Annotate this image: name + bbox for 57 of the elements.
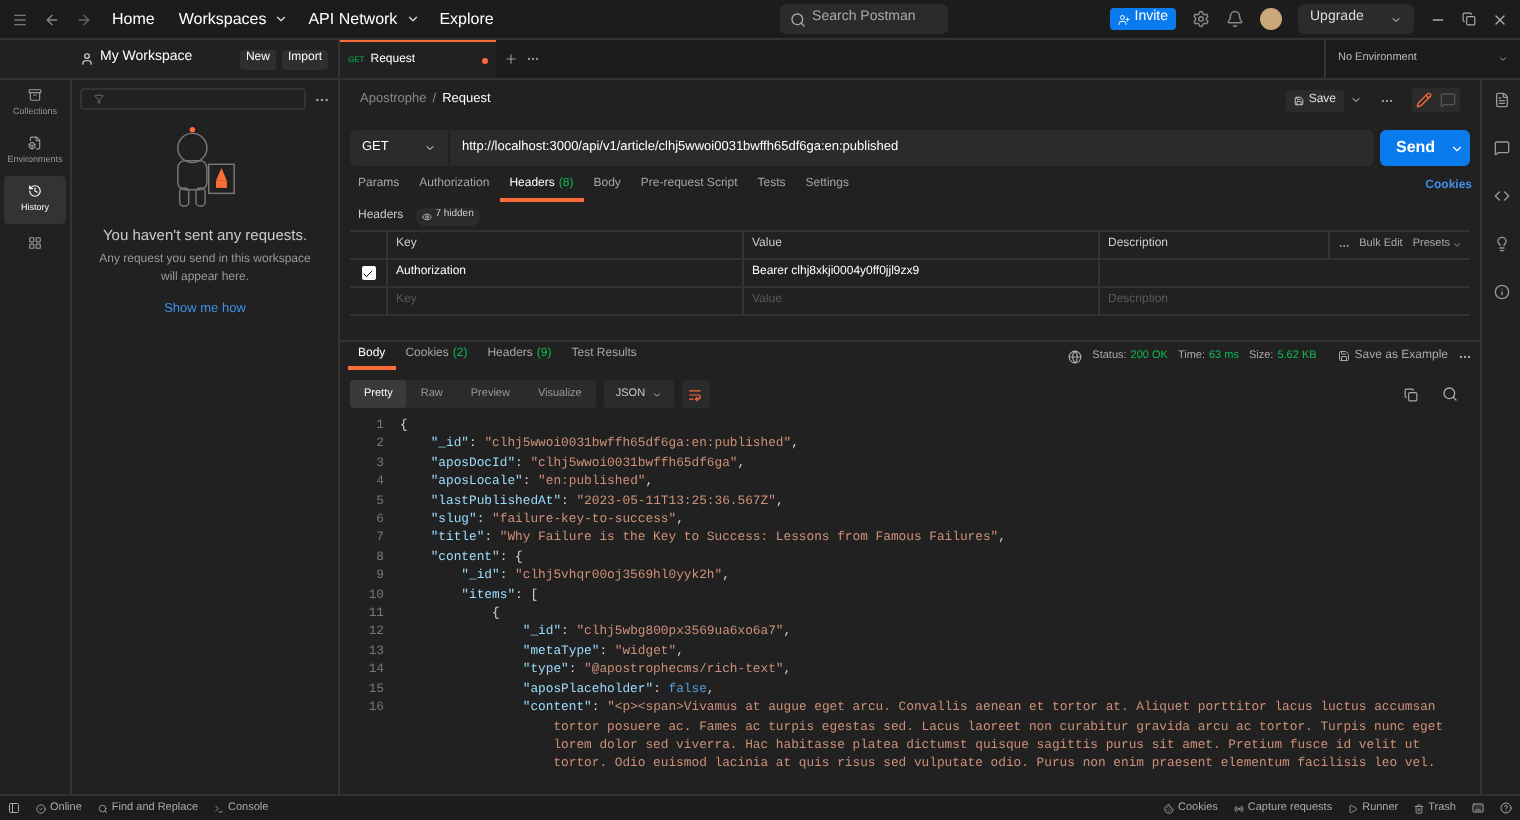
check-icon	[362, 267, 374, 279]
cookie-icon	[1164, 803, 1175, 813]
nav-link[interactable]: Workspaces	[174, 7, 271, 31]
sidebar-toggle-icon[interactable]	[8, 802, 20, 814]
info-icon[interactable]	[1493, 284, 1509, 300]
floppy-icon	[1338, 350, 1351, 362]
send-button[interactable]: Send	[1380, 130, 1470, 166]
trash-icon	[1414, 803, 1425, 813]
menu-icon[interactable]	[12, 11, 28, 27]
more-icon[interactable]	[526, 52, 540, 66]
code-icon[interactable]	[1493, 188, 1509, 204]
search-icon	[97, 803, 108, 813]
copy-icon[interactable]	[1404, 387, 1418, 401]
search-icon	[790, 11, 807, 27]
help-icon[interactable]	[1500, 802, 1512, 814]
caret-icon	[1452, 240, 1462, 250]
caret-icon[interactable]	[405, 12, 420, 26]
history-icon	[28, 184, 42, 199]
filter-field[interactable]	[80, 88, 306, 110]
wrap-button[interactable]	[681, 380, 710, 408]
bell-icon[interactable]	[1226, 10, 1244, 28]
nav-link[interactable]: Home	[108, 7, 159, 31]
grid-icon[interactable]	[28, 236, 42, 250]
close-icon[interactable]	[1492, 11, 1508, 27]
add-user-icon	[1118, 13, 1131, 25]
caret-icon	[1450, 141, 1464, 155]
nav-link[interactable]: Explore	[435, 7, 498, 31]
terminal-icon	[214, 803, 225, 813]
settings-icon[interactable]	[1192, 10, 1210, 28]
globe-icon	[1068, 349, 1083, 363]
check-circle-icon	[36, 803, 46, 813]
caret-icon	[1390, 13, 1402, 25]
play-icon	[1348, 803, 1359, 813]
comment-icon[interactable]	[1493, 140, 1509, 156]
back-icon[interactable]	[44, 11, 60, 27]
forward-icon[interactable]	[76, 11, 92, 27]
keyboard-icon[interactable]	[1472, 802, 1484, 814]
add-tab-icon[interactable]	[504, 52, 518, 66]
floppy-icon	[1294, 95, 1305, 105]
nav-link[interactable]: API Network	[304, 7, 402, 31]
user-icon	[80, 52, 94, 66]
broadcast-icon	[1233, 803, 1244, 813]
search-icon[interactable]	[1442, 386, 1458, 402]
astronaut-drawing	[175, 126, 235, 208]
filter-icon	[94, 94, 104, 104]
caret-icon	[651, 389, 662, 399]
caret-icon	[424, 142, 436, 154]
caret-icon[interactable]	[274, 12, 289, 26]
caret-icon	[1498, 54, 1508, 64]
checkbox[interactable]	[361, 266, 375, 280]
lightbulb-icon[interactable]	[1493, 236, 1509, 252]
wrap-icon	[688, 387, 703, 401]
archive-icon	[28, 88, 42, 103]
avatar[interactable]	[1260, 8, 1282, 30]
eye-icon	[421, 211, 432, 221]
pencil-icon[interactable]	[1416, 92, 1432, 108]
restore-icon[interactable]	[1462, 12, 1476, 26]
